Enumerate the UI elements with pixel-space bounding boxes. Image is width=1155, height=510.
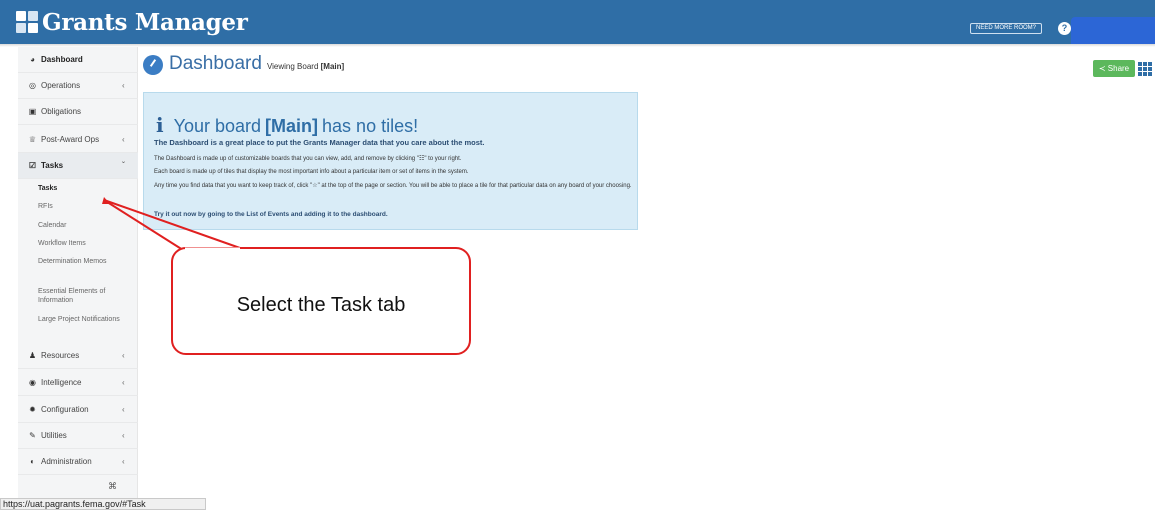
help-icon[interactable]: ? — [1058, 22, 1071, 35]
chevron-left-icon: ‹ — [122, 378, 125, 387]
sidebar: ◕ Dashboard ◎ Operations ‹ ▣ Obligations… — [18, 47, 138, 500]
sidebar-item-configuration[interactable]: ✹ Configuration ‹ — [18, 397, 138, 423]
sidebar-subitem-large-project-notifications[interactable]: Large Project Notifications — [38, 315, 133, 324]
page-title: Dashboard — [169, 53, 262, 74]
share-label: Share — [1107, 64, 1130, 73]
boards-grid-icon[interactable] — [1138, 62, 1152, 76]
sidebar-item-label: Dashboard — [41, 55, 83, 64]
sidebar-item-intelligence[interactable]: ◉ Intelligence ‹ — [18, 370, 138, 396]
dashboard-gauge-icon — [143, 55, 163, 75]
page-header: Dashboard Viewing Board [Main] — [143, 53, 344, 77]
shield-icon: ◐ — [30, 457, 35, 466]
sidebar-item-label: Utilities — [41, 431, 67, 440]
sidebar-subitem-determination-memos[interactable]: Determination Memos — [38, 257, 133, 266]
collapse-sidebar-icon[interactable]: ⌘ — [108, 481, 117, 492]
users-icon: ♟ — [28, 351, 37, 360]
sidebar-subitem-tasks[interactable]: Tasks — [38, 184, 133, 193]
share-button[interactable]: ≺ Share — [1093, 60, 1135, 77]
info-line-tiles: Each board is made up of tiles that disp… — [154, 169, 469, 175]
sidebar-item-label: Administration — [41, 457, 92, 466]
wrench-icon: ✎ — [29, 431, 36, 440]
sidebar-item-label: Obligations — [41, 107, 82, 116]
sidebar-item-operations[interactable]: ◎ Operations ‹ — [18, 73, 138, 99]
dashboard-icon: ◕ — [30, 55, 35, 64]
sidebar-subitem-essential-elements[interactable]: Essential Elements of Information — [38, 287, 133, 305]
sidebar-subitem-calendar[interactable]: Calendar — [38, 221, 133, 230]
chevron-left-icon: ‹ — [122, 431, 125, 440]
sidebar-item-label: Resources — [41, 351, 80, 360]
info-icon: i — [156, 113, 164, 137]
callout-text: Select the Task tab — [236, 294, 406, 316]
sidebar-item-obligations[interactable]: ▣ Obligations — [18, 99, 138, 125]
gear-icon: ✹ — [29, 405, 36, 414]
info-line-star: Any time you find data that you want to … — [154, 183, 632, 189]
info-line-boards: The Dashboard is made up of customizable… — [154, 156, 462, 162]
obligations-icon: ▣ — [28, 107, 37, 116]
board-name: [Main] — [320, 62, 345, 71]
empty-board-info-panel: i Your board [Main] has no tiles! The Da… — [143, 92, 638, 230]
chevron-left-icon: ‹ — [122, 81, 125, 90]
sidebar-item-label: Post-Award Ops — [41, 135, 100, 144]
tasks-icon: ☑ — [28, 161, 37, 170]
need-more-room-button[interactable]: NEED MORE ROOM? — [970, 23, 1042, 34]
grants-manager-logo-icon — [16, 11, 38, 33]
viewing-board-prefix: Viewing Board — [266, 62, 319, 71]
chevron-left-icon: ‹ — [122, 457, 125, 466]
sidebar-item-administration[interactable]: ◐ Administration ‹ — [18, 449, 138, 475]
eye-icon: ◉ — [29, 378, 36, 387]
topbar-shadow — [0, 44, 1155, 47]
viewing-board-label: Viewing Board [Main] — [267, 62, 344, 71]
top-nav-bar: Grants Manager NEED MORE ROOM? ? — [0, 0, 1155, 47]
info-heading-board: [Main] — [265, 116, 319, 136]
trophy-icon: ♕ — [28, 135, 37, 144]
share-icon: ≺ — [1098, 64, 1106, 73]
sidebar-item-label: Intelligence — [41, 378, 82, 387]
sidebar-item-resources[interactable]: ♟ Resources ‹ — [18, 343, 138, 369]
chevron-left-icon: ‹ — [122, 135, 125, 144]
sidebar-item-post-award-ops[interactable]: ♕ Post-Award Ops ‹ — [18, 127, 138, 153]
sidebar-item-label: Configuration — [41, 405, 89, 414]
sidebar-subitem-rfis[interactable]: RFIs — [38, 202, 133, 211]
list-of-events-link[interactable]: Try it out now by going to the List of E… — [154, 211, 634, 219]
chevron-left-icon: ‹ — [122, 351, 125, 360]
status-bar-url: https://uat.pagrants.fema.gov/#Task — [0, 498, 206, 510]
chevron-down-icon: ˇ — [122, 161, 125, 170]
sidebar-item-tasks[interactable]: ☑ Tasks ˇ — [18, 153, 138, 179]
sidebar-item-label: Tasks — [41, 161, 64, 170]
sidebar-item-utilities[interactable]: ✎ Utilities ‹ — [18, 423, 138, 449]
info-lead: The Dashboard is a great place to put th… — [154, 138, 485, 147]
sidebar-subitem-workflow-items[interactable]: Workflow Items — [38, 239, 133, 248]
sidebar-item-dashboard[interactable]: ◕ Dashboard — [18, 47, 138, 73]
info-heading-post: has no tiles! — [322, 116, 419, 136]
operations-icon: ◎ — [29, 81, 36, 90]
info-heading: i Your board [Main] has no tiles! — [156, 113, 418, 137]
app-title: Grants Manager — [42, 8, 248, 36]
chevron-left-icon: ‹ — [122, 405, 125, 414]
user-menu[interactable] — [1071, 17, 1155, 44]
info-heading-pre: Your board — [173, 116, 262, 136]
brand[interactable]: Grants Manager — [16, 7, 248, 37]
sidebar-item-label: Operations — [41, 81, 81, 90]
